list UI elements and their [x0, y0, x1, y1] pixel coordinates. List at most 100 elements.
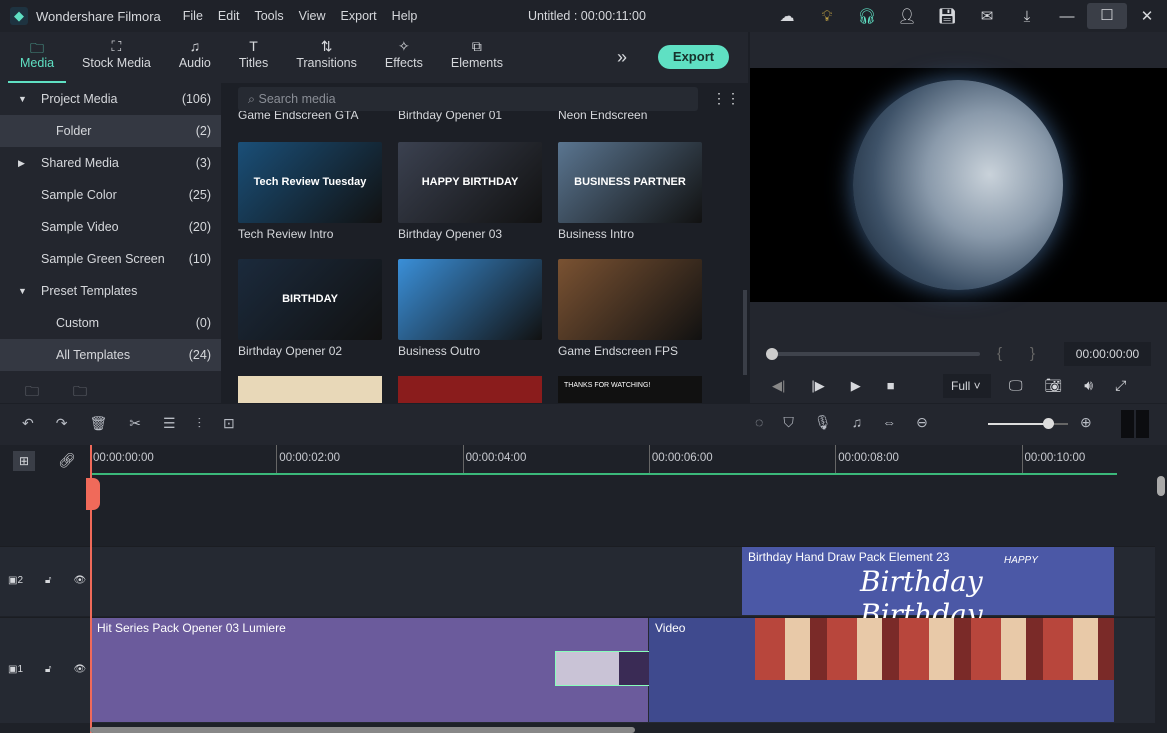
download-icon[interactable]: ⤓ [1007, 8, 1047, 25]
mail-icon[interactable]: ✉ [967, 7, 1007, 25]
timeline-vscroll[interactable] [1157, 476, 1165, 496]
minimize-button[interactable]: — [1047, 8, 1087, 25]
sidebar-item-preset-templates[interactable]: ▼ Preset Templates [0, 275, 221, 307]
marker-icon[interactable]: ⛉ [783, 414, 794, 431]
eye-icon[interactable]: 👁︎ [74, 664, 87, 675]
tab-effects[interactable]: ✧ Effects [373, 32, 435, 83]
link-icon[interactable]: 🔗︎ [58, 452, 76, 469]
media-scrollbar[interactable] [743, 290, 747, 375]
display-icon[interactable]: 🖵︎ [1009, 377, 1023, 394]
export-button[interactable]: Export [658, 45, 729, 69]
delete-icon[interactable]: 🗑︎ [89, 415, 107, 432]
expand-arrow-icon[interactable]: ▼ [18, 286, 41, 296]
sidebar-item-custom[interactable]: Custom (0) [0, 307, 221, 339]
sidebar-count: (20) [188, 220, 211, 234]
fullscreen-icon[interactable]: ⤢ [1115, 377, 1126, 394]
sidebar-item-project-media[interactable]: ▼ Project Media (106) [0, 83, 221, 115]
add-track-icon[interactable]: ⊞ [13, 451, 35, 471]
account-icon[interactable]: 👤︎ [887, 7, 927, 25]
menu-view[interactable]: View [299, 9, 326, 23]
tab-transitions[interactable]: ⇅ Transitions [284, 32, 369, 83]
media-thumbnail[interactable] [238, 376, 382, 403]
timeline-hscroll[interactable] [90, 727, 635, 733]
adjust-icon[interactable]: ☰ [163, 415, 176, 432]
grid-view-icon[interactable]: ⋮⋮ [712, 90, 740, 107]
crop-icon[interactable]: ⊡ [223, 415, 235, 432]
menu-help[interactable]: Help [392, 9, 418, 23]
sidebar-label: Preset Templates [41, 284, 138, 298]
menu-export[interactable]: Export [341, 9, 377, 23]
cut-icon[interactable]: ✂ [129, 415, 141, 432]
sidebar-item-folder[interactable]: Folder (2) [0, 115, 221, 147]
media-thumbnail[interactable]: Tech Review Tuesday [238, 142, 382, 223]
close-button[interactable]: ✕ [1127, 7, 1167, 25]
sidebar-item-all-templates[interactable]: All Templates (24) [0, 339, 221, 371]
media-caption: Business Intro [558, 227, 635, 241]
audio-wave-icon[interactable]: ⫶ [198, 415, 202, 432]
menu-file[interactable]: File [183, 9, 203, 23]
zoom-slider-handle[interactable] [1043, 418, 1054, 429]
tab-label: Media [20, 56, 55, 70]
media-thumbnail[interactable] [398, 259, 542, 340]
eye-icon[interactable]: 👁︎ [74, 575, 87, 586]
menu-edit[interactable]: Edit [218, 9, 240, 23]
media-thumbnail[interactable]: THANKS FOR WATCHING! [558, 376, 702, 403]
quality-value: Full [951, 379, 971, 393]
media-thumbnail[interactable]: BIRTHDAY [238, 259, 382, 340]
redo-icon[interactable]: ↷ [56, 415, 68, 432]
tab-media[interactable]: 🗀 Media [8, 32, 67, 83]
fit-icon[interactable]: ⇔ [882, 414, 896, 431]
sidebar-item-shared-media[interactable]: ▶ Shared Media (3) [0, 147, 221, 179]
media-thumbnail[interactable] [558, 259, 702, 340]
save-icon[interactable]: 💾︎ [927, 7, 967, 25]
menu-tools[interactable]: Tools [254, 9, 283, 23]
play-icon[interactable]: ▶ [851, 378, 861, 394]
lock-icon[interactable]: 🔓︎ [45, 664, 51, 675]
prev-frame-icon[interactable]: ◀| [772, 378, 785, 394]
sidebar-count: (25) [188, 188, 211, 202]
search-input[interactable]: ⌕ Search media [238, 87, 698, 111]
media-thumbnail[interactable]: HAPPY BIRTHDAY [398, 142, 542, 223]
zoom-out-icon[interactable]: ⊖ [916, 414, 928, 431]
media-thumbnail[interactable]: BUSINESS PARTNER [558, 142, 702, 223]
maximize-button[interactable]: ☐ [1087, 3, 1127, 29]
tab-stock-media[interactable]: ⛶ Stock Media [70, 32, 163, 83]
sidebar-item-sample-color[interactable]: Sample Color (25) [0, 179, 221, 211]
scrubber-handle[interactable] [766, 348, 778, 360]
zoom-slider[interactable] [988, 418, 1068, 429]
snapshot-icon[interactable]: 📷︎ [1045, 377, 1063, 394]
preview-scrubber[interactable] [766, 348, 980, 360]
video-clip[interactable]: Video [649, 618, 1114, 722]
volume-icon[interactable]: 🔊︎ [1084, 377, 1093, 394]
tab-elements[interactable]: ⧉ Elements [439, 32, 515, 83]
transition-icon: ⇅ [320, 38, 333, 54]
tab-titles[interactable]: T Titles [227, 32, 280, 83]
lock-icon[interactable]: 🔓︎ [45, 575, 51, 586]
audio-mix-icon[interactable]: ♫ [852, 414, 863, 431]
playhead-handle[interactable] [86, 478, 100, 510]
media-thumbnail[interactable] [398, 376, 542, 403]
lightbulb-icon[interactable]: 💡︎ [807, 8, 847, 25]
new-folder-icon[interactable]: 🗀︎ [25, 381, 39, 405]
stop-icon[interactable]: ■ [887, 378, 895, 394]
undo-icon[interactable]: ↶ [22, 415, 34, 432]
mark-out-icon[interactable]: } [1030, 345, 1035, 362]
mark-in-icon[interactable]: { [997, 345, 1002, 362]
zoom-in-icon[interactable]: ⊕ [1080, 414, 1092, 431]
sidebar-item-sample-green-screen[interactable]: Sample Green Screen (10) [0, 243, 221, 275]
cloud-icon[interactable]: ☁ [767, 7, 807, 25]
render-icon[interactable]: ◌ [755, 414, 763, 431]
expand-arrow-icon[interactable]: ▼ [18, 94, 41, 104]
tab-audio[interactable]: ♫ Audio [167, 32, 223, 83]
microphone-icon[interactable]: 🎙︎ [814, 414, 832, 431]
headset-icon[interactable]: 🎧︎ [847, 7, 887, 25]
quality-select[interactable]: Full ˅ [943, 374, 991, 398]
sidebar-item-sample-video[interactable]: Sample Video (20) [0, 211, 221, 243]
next-frame-icon[interactable]: |▶ [811, 378, 824, 394]
more-tabs-icon[interactable]: » [617, 47, 627, 68]
expand-arrow-icon[interactable]: ▶ [18, 158, 41, 169]
edit-tools: ↶ ↷ 🗑︎ ✂ ☰ ⫶ ⊡ [22, 415, 235, 432]
element-clip[interactable]: Birthday Hand Draw Pack Element 23 HAPPY… [742, 547, 1114, 631]
timeline-ruler[interactable]: 00:00:00:00 00:00:02:00 00:00:04:00 00:00:0… [90, 445, 1117, 475]
folder-icon[interactable]: 🗀︎ [73, 381, 87, 405]
